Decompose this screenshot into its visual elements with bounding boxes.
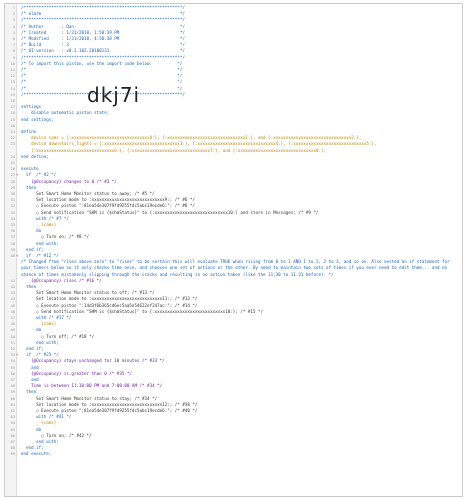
piston-code-editor: 1/**************************************… [4, 3, 463, 497]
code-line: 69 end execute; [5, 451, 462, 457]
import-code: dkj7i [87, 83, 141, 107]
code-text: /* Changed from "rises above zero" to "r… [21, 259, 450, 277]
code-text: end execute; [21, 451, 52, 457]
code-line: /* Changed from "rises above zero" to "r… [5, 259, 462, 278]
line-number: 69 [10, 452, 15, 457]
